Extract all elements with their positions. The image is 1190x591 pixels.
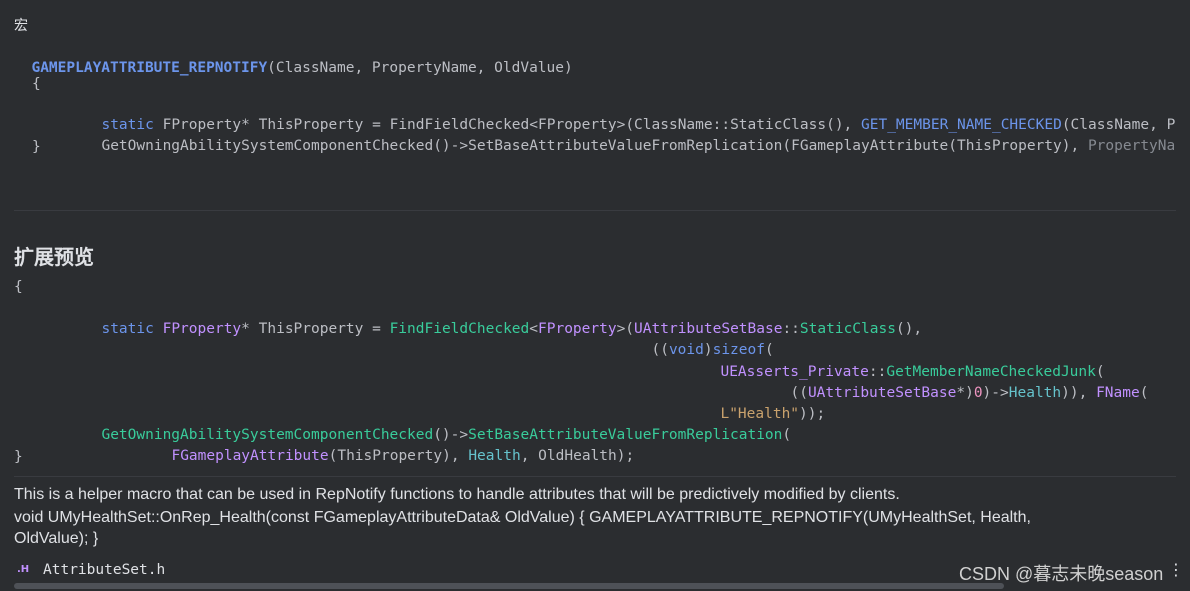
macro-open-brace: {	[32, 76, 41, 92]
expansion-line-4: ((UAttributeSetBase*)0)->Health)), FName…	[790, 385, 1149, 401]
section-divider	[14, 476, 1176, 477]
macro-params: (ClassName, PropertyName, OldValue)	[267, 60, 573, 76]
expansion-line-1: static FProperty* ThisProperty = FindFie…	[101, 321, 923, 337]
more-icon[interactable]: ⋮	[1168, 560, 1184, 579]
expansion-close-brace: }	[14, 449, 23, 465]
expansion-heading: 扩展预览	[14, 245, 94, 269]
expansion-open-brace: {	[14, 279, 23, 295]
macro-signature: GAMEPLAYATTRIBUTE_REPNOTIFY(ClassName, P…	[14, 37, 573, 79]
macro-body-line-2: GetOwningAbilitySystemComponentChecked()…	[101, 138, 1176, 154]
expansion-line-7: FGameplayAttribute(ThisProperty), Health…	[171, 448, 635, 464]
macro-label: 宏	[14, 18, 28, 34]
description-line-3: OldValue); }	[14, 530, 99, 547]
macro-close-brace: }	[32, 139, 41, 155]
description-line-2: void UMyHealthSet::OnRep_Health(const FG…	[14, 509, 1031, 526]
macro-name[interactable]: GAMEPLAYATTRIBUTE_REPNOTIFY	[31, 60, 267, 76]
file-name-link[interactable]: AttributeSet.h	[43, 560, 165, 581]
section-divider	[14, 210, 1176, 211]
description-line-1: This is a helper macro that can be used …	[14, 486, 900, 503]
header-file-icon: .H	[17, 564, 30, 575]
horizontal-scrollbar[interactable]	[14, 583, 1004, 589]
